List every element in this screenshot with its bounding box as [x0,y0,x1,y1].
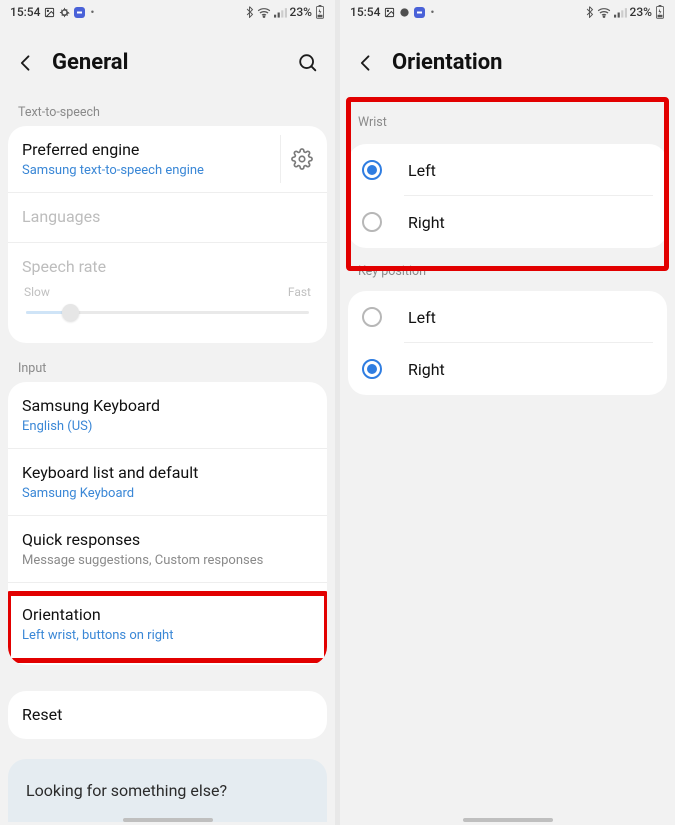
slow-label: Slow [24,285,50,299]
wifi-icon [257,7,271,18]
engine-settings-button[interactable] [280,135,321,183]
preferred-engine-sub: Samsung text-to-speech engine [22,163,313,178]
gear-icon [291,148,313,170]
status-bar: 15:54 • 23% [340,0,675,24]
bluetooth-icon [585,6,594,18]
row-quick-responses[interactable]: Quick responses Message suggestions, Cus… [8,515,327,582]
status-more-dot: • [90,6,94,19]
status-bar: 15:54 • 23% [0,0,335,24]
input-card: Samsung Keyboard English (US) Keyboard l… [8,382,327,664]
radio-icon [362,160,382,180]
keyboard-list-sub: Samsung Keyboard [22,486,313,501]
page-title: General [52,50,281,75]
status-time: 15:54 [350,5,380,19]
preferred-engine-label: Preferred engine [22,140,313,161]
battery-icon [655,5,665,19]
home-indicator[interactable] [463,818,553,822]
app-status-icon [74,7,85,18]
back-icon[interactable] [16,53,36,73]
keyboard-list-label: Keyboard list and default [22,463,313,484]
quick-responses-sub: Message suggestions, Custom responses [22,553,313,568]
status-more-dot: • [430,6,434,19]
radio-keypos-right[interactable]: Right [348,343,667,395]
fast-label: Fast [288,285,311,299]
signal-icon [614,7,627,18]
reset-label: Reset [22,705,313,726]
battery-text: 23% [290,5,312,19]
keypos-right-label: Right [408,360,445,379]
slider-thumb[interactable] [62,304,79,321]
orientation-sub: Left wrist, buttons on right [22,628,313,643]
section-input-label: Input [0,343,335,382]
tts-card: Preferred engine Samsung text-to-speech … [8,126,327,343]
radio-icon [362,359,382,379]
keypos-left-label: Left [408,308,436,327]
speech-rate-label: Speech rate [22,257,313,278]
radio-keypos-left[interactable]: Left [348,291,667,343]
footer-prompt[interactable]: Looking for something else? [8,759,327,822]
search-icon[interactable] [297,52,319,74]
row-languages[interactable]: Languages [8,192,327,242]
radio-icon [362,307,382,327]
home-indicator[interactable] [123,818,213,822]
wrist-card: Left Right [348,144,667,248]
samsung-keyboard-sub: English (US) [22,419,313,434]
section-tts-label: Text-to-speech [0,95,335,126]
reset-card: Reset [8,691,327,740]
radio-wrist-left[interactable]: Left [348,144,667,196]
image-icon [44,7,55,18]
wifi-icon [597,7,611,18]
header: Orientation [340,24,675,95]
wrist-right-label: Right [408,213,445,232]
speech-rate-slider[interactable] [22,301,313,325]
radio-icon [362,212,382,232]
bluetooth-icon [245,6,254,18]
row-samsung-keyboard[interactable]: Samsung Keyboard English (US) [8,382,327,448]
status-time: 15:54 [10,5,40,19]
app-status-icon [414,7,425,18]
wrist-left-label: Left [408,161,436,180]
section-keypos-label: Key position [340,248,675,291]
row-preferred-engine[interactable]: Preferred engine Samsung text-to-speech … [8,126,327,192]
gear-status-icon [59,7,70,18]
screen-orientation: 15:54 • 23% Orientation Wrist Left [340,0,675,825]
battery-text: 23% [630,5,652,19]
row-reset[interactable]: Reset [8,691,327,740]
signal-icon [274,7,287,18]
battery-icon [315,5,325,19]
samsung-keyboard-label: Samsung Keyboard [22,396,313,417]
screen-general: 15:54 • 23% General Text-to-speech Prefe… [0,0,335,825]
image-icon [384,7,395,18]
quick-responses-label: Quick responses [22,530,313,551]
header: General [0,24,335,95]
orientation-label: Orientation [22,605,313,626]
gear-status-icon [399,7,410,18]
page-title: Orientation [392,50,659,75]
keypos-card: Left Right [348,291,667,395]
row-keyboard-list[interactable]: Keyboard list and default Samsung Keyboa… [8,448,327,515]
back-icon[interactable] [356,53,376,73]
languages-label: Languages [22,207,313,228]
radio-wrist-right[interactable]: Right [348,196,667,248]
row-orientation[interactable]: Orientation Left wrist, buttons on right [8,582,327,665]
row-speech-rate: Speech rate Slow Fast [8,242,327,344]
section-wrist-label: Wrist [340,95,675,144]
